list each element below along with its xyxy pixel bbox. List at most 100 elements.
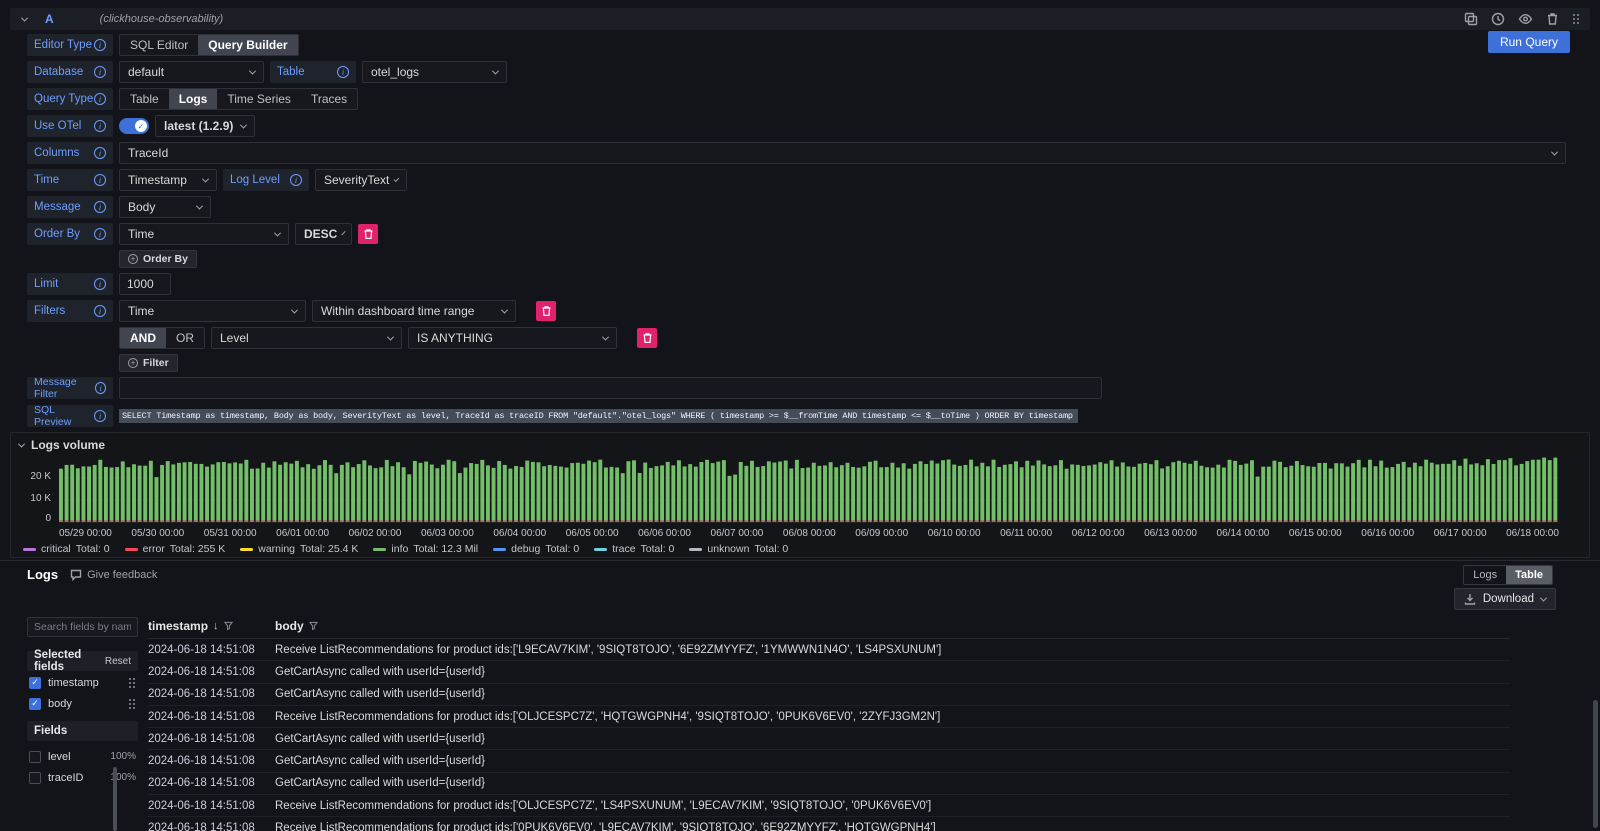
trash-icon[interactable] [1546, 12, 1559, 26]
field-checkbox[interactable]: ✓ [29, 677, 41, 689]
add-filter-button[interactable]: + Filter [119, 354, 178, 372]
info-icon[interactable]: i [94, 410, 106, 422]
filter-operator-select[interactable]: Within dashboard time range [312, 300, 516, 322]
message-label: Message i [27, 196, 113, 218]
view-toggle-logs[interactable]: Logs [1464, 566, 1506, 584]
info-icon[interactable]: i [94, 39, 106, 51]
sidebar-scrollbar[interactable] [113, 767, 117, 831]
info-icon[interactable]: i [95, 382, 106, 394]
columns-multiselect[interactable]: TraceId [119, 142, 1566, 164]
table-row[interactable]: 2024-06-18 14:51:08GetCartAsync called w… [148, 661, 1510, 683]
database-select[interactable]: default [119, 61, 264, 83]
sub-filter-operator-select[interactable]: IS ANYTHING [408, 327, 617, 349]
legend-item-info[interactable]: infoTotal: 12.3 Mil [373, 543, 478, 555]
table-row[interactable]: 2024-06-18 14:51:08GetCartAsync called w… [148, 728, 1510, 750]
log-level-column-select[interactable]: SeverityText [315, 169, 407, 191]
info-icon[interactable]: i [94, 93, 106, 105]
editor-type-option-sql-editor[interactable]: SQL Editor [120, 35, 198, 55]
filter-funnel-icon[interactable] [224, 621, 233, 630]
limit-input[interactable] [119, 273, 171, 295]
filter-field-select[interactable]: Time [119, 300, 306, 322]
legend-item-unknown[interactable]: unknownTotal: 0 [689, 543, 788, 555]
editor-type-option-query-builder[interactable]: Query Builder [198, 35, 297, 55]
x-tick-label: 06/15 00:00 [1289, 528, 1342, 539]
sql-preview-block[interactable]: SELECT Timestamp as timestamp, Body as b… [119, 404, 1078, 428]
sort-desc-icon[interactable]: ↓ [213, 620, 219, 632]
eye-icon[interactable] [1518, 12, 1533, 26]
legend-item-debug[interactable]: debugTotal: 0 [493, 543, 579, 555]
info-icon[interactable]: i [94, 147, 106, 159]
view-toggle-table[interactable]: Table [1506, 566, 1552, 584]
order-by-label: Order By i [27, 223, 113, 245]
collapse-volume-icon[interactable] [18, 440, 25, 447]
reset-fields-button[interactable]: Reset [105, 656, 131, 667]
row-body: GetCartAsync called with userId={userId} [275, 666, 485, 678]
logs-title: Logs [27, 567, 58, 582]
table-row[interactable]: 2024-06-18 14:51:08Receive ListRecommend… [148, 706, 1510, 728]
table-row[interactable]: 2024-06-18 14:51:08Receive ListRecommend… [148, 795, 1510, 817]
y-tick-label: 20 K [30, 471, 51, 482]
legend-item-critical[interactable]: criticalTotal: 0 [23, 543, 110, 555]
message-column-select[interactable]: Body [119, 196, 211, 218]
row-body: GetCartAsync called with userId={userId} [275, 777, 485, 789]
remove-filter-button[interactable] [536, 301, 556, 321]
row-timestamp: 2024-06-18 14:51:08 [148, 822, 275, 831]
drag-handle-icon[interactable] [128, 677, 136, 689]
legend-item-warning[interactable]: warningTotal: 25.4 K [240, 543, 358, 555]
download-button[interactable]: Download [1454, 588, 1556, 610]
query-type-option-logs[interactable]: Logs [169, 89, 218, 109]
field-checkbox[interactable] [29, 751, 41, 763]
remove-sub-filter-button[interactable] [637, 328, 657, 348]
search-fields-input[interactable] [27, 617, 138, 637]
info-icon[interactable]: i [290, 174, 302, 186]
table-row[interactable]: 2024-06-18 14:51:08Receive ListRecommend… [148, 817, 1510, 831]
table-row[interactable]: 2024-06-18 14:51:08GetCartAsync called w… [148, 684, 1510, 706]
sub-filter-field-select[interactable]: Level [211, 327, 402, 349]
filter-bool-or[interactable]: OR [166, 328, 204, 348]
order-by-field-select[interactable]: Time [119, 223, 289, 245]
filter-bool-and[interactable]: AND [120, 328, 166, 348]
field-checkbox[interactable]: ✓ [29, 698, 41, 710]
give-feedback-link[interactable]: Give feedback [70, 569, 157, 581]
timestamp-column-header[interactable]: timestamp ↓ [148, 619, 275, 633]
info-icon[interactable]: i [94, 201, 106, 213]
order-by-direction-select[interactable]: DESC [295, 223, 352, 245]
logs-volume-bars[interactable] [59, 455, 1559, 525]
legend-item-error[interactable]: errorTotal: 255 K [125, 543, 226, 555]
info-icon[interactable]: i [94, 66, 106, 78]
history-icon[interactable] [1491, 12, 1505, 26]
info-icon[interactable]: i [94, 120, 106, 132]
otel-version-select[interactable]: latest (1.2.9) [155, 115, 255, 137]
legend-series-name: trace [612, 543, 635, 555]
remove-order-by-button[interactable] [358, 224, 378, 244]
legend-color-dash [125, 548, 138, 551]
table-row[interactable]: 2024-06-18 14:51:08GetCartAsync called w… [148, 773, 1510, 795]
drag-handle-icon[interactable] [1572, 13, 1580, 25]
page-scrollbar[interactable] [1593, 700, 1598, 828]
body-column-header[interactable]: body [275, 619, 318, 633]
field-checkbox[interactable] [29, 772, 41, 784]
query-type-option-table[interactable]: Table [120, 89, 169, 109]
add-order-by-button[interactable]: + Order By [119, 250, 197, 268]
message-filter-input[interactable] [119, 377, 1102, 399]
time-column-select[interactable]: Timestamp [119, 169, 217, 191]
filter-funnel-icon[interactable] [309, 621, 318, 630]
table-row[interactable]: 2024-06-18 14:51:08Receive ListRecommend… [148, 639, 1510, 661]
use-otel-toggle[interactable]: ✓ [119, 118, 149, 134]
query-type-option-time-series[interactable]: Time Series [217, 89, 301, 109]
info-icon[interactable]: i [94, 305, 106, 317]
table-row[interactable]: 2024-06-18 14:51:08GetCartAsync called w… [148, 750, 1510, 772]
info-icon[interactable]: i [94, 228, 106, 240]
drag-handle-icon[interactable] [128, 698, 136, 710]
info-icon[interactable]: i [94, 278, 106, 290]
collapse-query-icon[interactable] [21, 14, 28, 21]
run-query-button[interactable]: Run Query [1488, 31, 1570, 53]
info-icon[interactable]: i [94, 174, 106, 186]
legend-item-trace[interactable]: traceTotal: 0 [594, 543, 674, 555]
query-type-option-traces[interactable]: Traces [301, 89, 357, 109]
duplicate-icon[interactable] [1464, 12, 1478, 26]
table-select[interactable]: otel_logs [362, 61, 507, 83]
x-tick-label: 05/30 00:00 [131, 528, 184, 539]
legend-series-total: Total: 255 K [170, 543, 225, 555]
info-icon[interactable]: i [337, 66, 349, 78]
